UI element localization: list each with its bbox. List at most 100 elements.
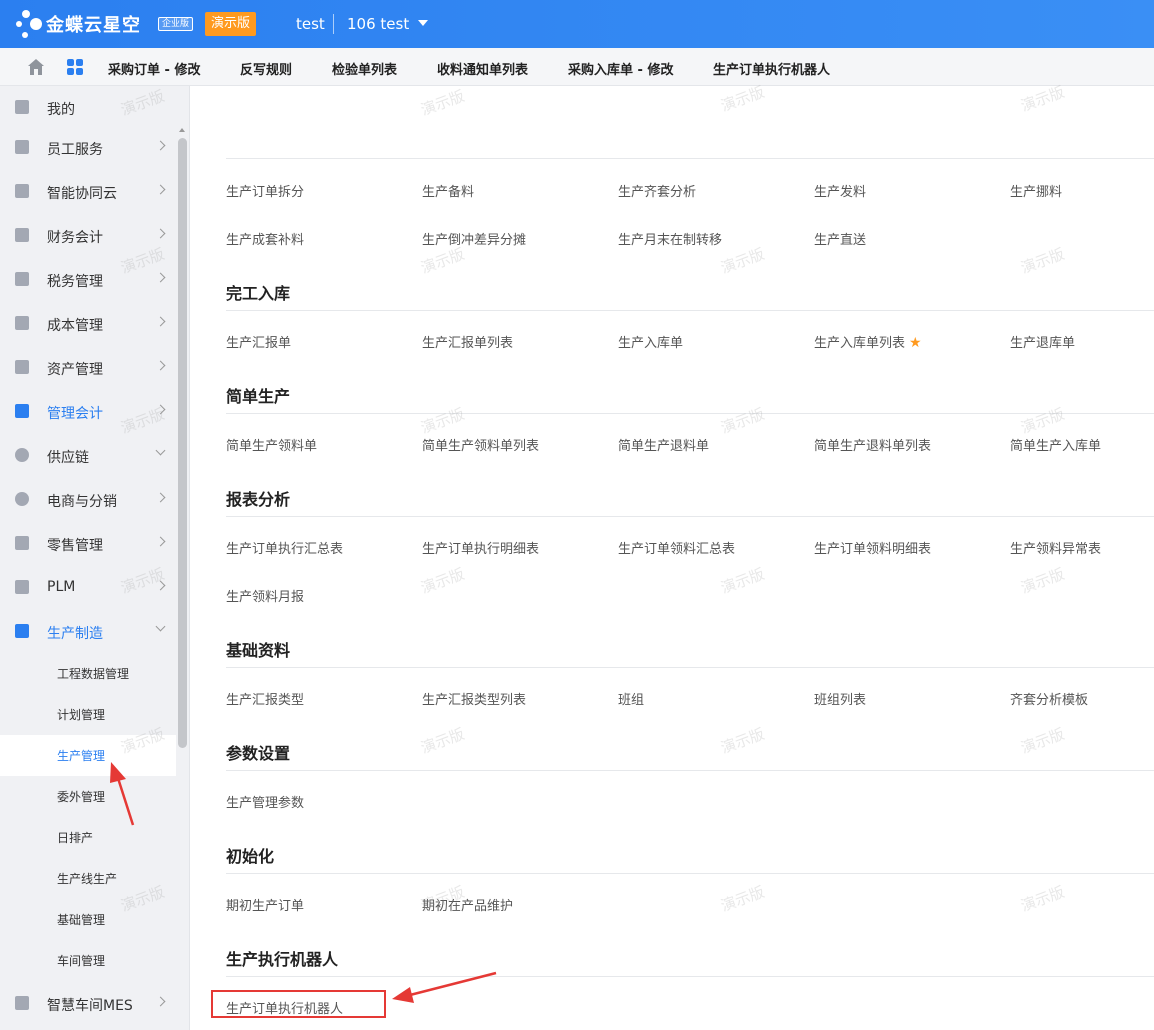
menu-link[interactable]: 简单生产退料单列表 [814, 435, 931, 454]
sidebar-item-assets[interactable]: 资产管理 [0, 346, 176, 390]
menu-link[interactable]: 生产订单执行汇总表 [226, 538, 343, 557]
menu-link[interactable]: 期初在产品维护 [422, 895, 513, 914]
caret-down-icon[interactable] [418, 20, 428, 26]
menu-link[interactable]: 生产倒冲差异分摊 [422, 229, 526, 248]
menu-link[interactable]: 简单生产领料单 [226, 435, 317, 454]
sidebar-item-ecommerce[interactable]: 电商与分销 [0, 478, 176, 522]
section-title: 生产执行机器人 [226, 950, 339, 969]
sidebar-subitem-basic-management[interactable]: 基础管理 [0, 899, 176, 940]
sidebar-item-tax[interactable]: 税务管理 [0, 258, 176, 302]
demo-button[interactable]: 演示版 [205, 12, 256, 36]
menu-link-label: 生产入库单列表 [814, 336, 906, 351]
menu-link[interactable]: 生产订单拆分 [226, 181, 304, 200]
star-icon[interactable]: ★ [909, 335, 922, 351]
sidebar-item-cost[interactable]: 成本管理 [0, 302, 176, 346]
tab-production-robot[interactable]: 生产订单执行机器人 [713, 59, 830, 78]
section-divider [226, 976, 1154, 977]
menu-link[interactable]: 生产领料月报 [226, 586, 304, 605]
sidebar-item-management-accounting[interactable]: 管理会计 [0, 390, 176, 434]
tab-writeback-rules[interactable]: 反写规则 [240, 59, 292, 78]
tab-inspection-list[interactable]: 检验单列表 [332, 59, 397, 78]
sidebar-item-manufacturing[interactable]: 生产制造 [0, 610, 176, 654]
menu-link-favorite[interactable]: 生产入库单列表 ★ [814, 332, 922, 351]
sidebar-item-label: 税务管理 [47, 274, 103, 290]
sidebar-item-label: 资产管理 [47, 362, 103, 378]
sidebar-subitem-workshop[interactable]: 车间管理 [0, 940, 176, 981]
menu-link[interactable]: 生产领料异常表 [1010, 538, 1101, 557]
sidebar-item-retail[interactable]: 零售管理 [0, 522, 176, 566]
menu-link[interactable]: 生产齐套分析 [618, 181, 696, 200]
sidebar-item-plm[interactable]: PLM [0, 566, 176, 610]
menu-link[interactable]: 简单生产领料单列表 [422, 435, 539, 454]
tab-purchase-order-edit[interactable]: 采购订单 - 修改 [108, 59, 200, 78]
menu-link[interactable]: 简单生产入库单 [1010, 435, 1101, 454]
sidebar-scroll-thumb[interactable] [178, 138, 187, 748]
chevron-right-icon [155, 404, 166, 415]
sidebar-item-label: 智慧车间MES [47, 998, 133, 1014]
mine-icon [15, 100, 29, 114]
menu-link[interactable]: 班组列表 [814, 689, 866, 708]
scroll-up-icon[interactable] [179, 128, 185, 132]
book-icon [15, 404, 29, 418]
sidebar-subitem-planning[interactable]: 计划管理 [0, 694, 176, 735]
sidebar-subitem-label: 委外管理 [57, 790, 106, 804]
sidebar-item-label: 智能协同云 [47, 186, 117, 202]
menu-link[interactable]: 生产汇报类型列表 [422, 689, 526, 708]
menu-link[interactable]: 生产挪料 [1010, 181, 1062, 200]
menu-link[interactable]: 生产月末在制转移 [618, 229, 722, 248]
chevron-right-icon [155, 536, 166, 547]
ledger-icon [15, 228, 29, 242]
sidebar-subitem-daily-scheduling[interactable]: 日排产 [0, 817, 176, 858]
tab-purchase-inbound-edit[interactable]: 采购入库单 - 修改 [568, 59, 673, 78]
org-selector[interactable]: 106 test [347, 15, 409, 33]
sidebar-item-finance[interactable]: 财务会计 [0, 214, 176, 258]
sidebar-subitem-line-production[interactable]: 生产线生产 [0, 858, 176, 899]
tax-icon [15, 272, 29, 286]
menu-link[interactable]: 齐套分析模板 [1010, 689, 1088, 708]
share-icon [15, 448, 29, 462]
menu-link[interactable]: 生产退库单 [1010, 332, 1075, 351]
plm-icon [15, 580, 29, 594]
menu-link[interactable]: 生产汇报单列表 [422, 332, 513, 351]
menu-link[interactable]: 生产订单领料明细表 [814, 538, 931, 557]
menu-link[interactable]: 班组 [618, 689, 644, 708]
sidebar-item-label: 电商与分销 [47, 494, 117, 510]
sidebar: 我的 员工服务 智能协同云 财务会计 税务管理 成本管理 资产管理 管理会计 供… [0, 86, 190, 1030]
menu-link[interactable]: 生产汇报类型 [226, 689, 304, 708]
menu-link[interactable]: 生产订单执行明细表 [422, 538, 539, 557]
menu-link[interactable]: 生产发料 [814, 181, 866, 200]
sidebar-subitem-outsourcing[interactable]: 委外管理 [0, 776, 176, 817]
section-title: 报表分析 [226, 490, 291, 509]
menu-link[interactable]: 期初生产订单 [226, 895, 304, 914]
chevron-right-icon [155, 228, 166, 239]
section-title-clipped [226, 126, 296, 140]
annotation-highlight-box [211, 990, 386, 1018]
home-icon[interactable] [27, 58, 45, 76]
chevron-right-icon [155, 360, 166, 371]
tab-receipt-notice-list[interactable]: 收料通知单列表 [437, 59, 528, 78]
sidebar-item-smart-workshop-mes[interactable]: 智慧车间MES [0, 982, 176, 1026]
menu-link[interactable]: 生产管理参数 [226, 792, 304, 811]
user-name[interactable]: test [296, 15, 325, 33]
menu-link[interactable]: 简单生产退料单 [618, 435, 709, 454]
menu-link[interactable]: 生产直送 [814, 229, 866, 248]
menu-link[interactable]: 生产备料 [422, 181, 474, 200]
section-title: 完工入库 [226, 284, 291, 303]
chevron-down-icon [155, 621, 166, 632]
sidebar-item-collaboration[interactable]: 智能协同云 [0, 170, 176, 214]
sidebar-subitem-engineering-data[interactable]: 工程数据管理 [0, 653, 176, 694]
sidebar-subitem-label: 日排产 [57, 831, 94, 845]
sidebar-item-mine[interactable]: 我的 [0, 86, 176, 130]
menu-link[interactable]: 生产入库单 [618, 332, 683, 351]
menu-link[interactable]: 生产成套补料 [226, 229, 304, 248]
sidebar-item-supply-chain[interactable]: 供应链 [0, 434, 176, 478]
sidebar-item-label: 员工服务 [47, 142, 103, 158]
sidebar-item-employee-services[interactable]: 员工服务 [0, 126, 176, 170]
menu-link[interactable]: 生产汇报单 [226, 332, 291, 351]
apps-grid-icon[interactable] [67, 59, 83, 75]
sidebar-item-label: 管理会计 [47, 406, 103, 422]
sidebar-subitem-production-management[interactable]: 生产管理 [0, 735, 176, 776]
section-divider [226, 873, 1154, 874]
menu-link[interactable]: 生产订单领料汇总表 [618, 538, 735, 557]
sidebar-item-label: 我的 [47, 102, 75, 118]
